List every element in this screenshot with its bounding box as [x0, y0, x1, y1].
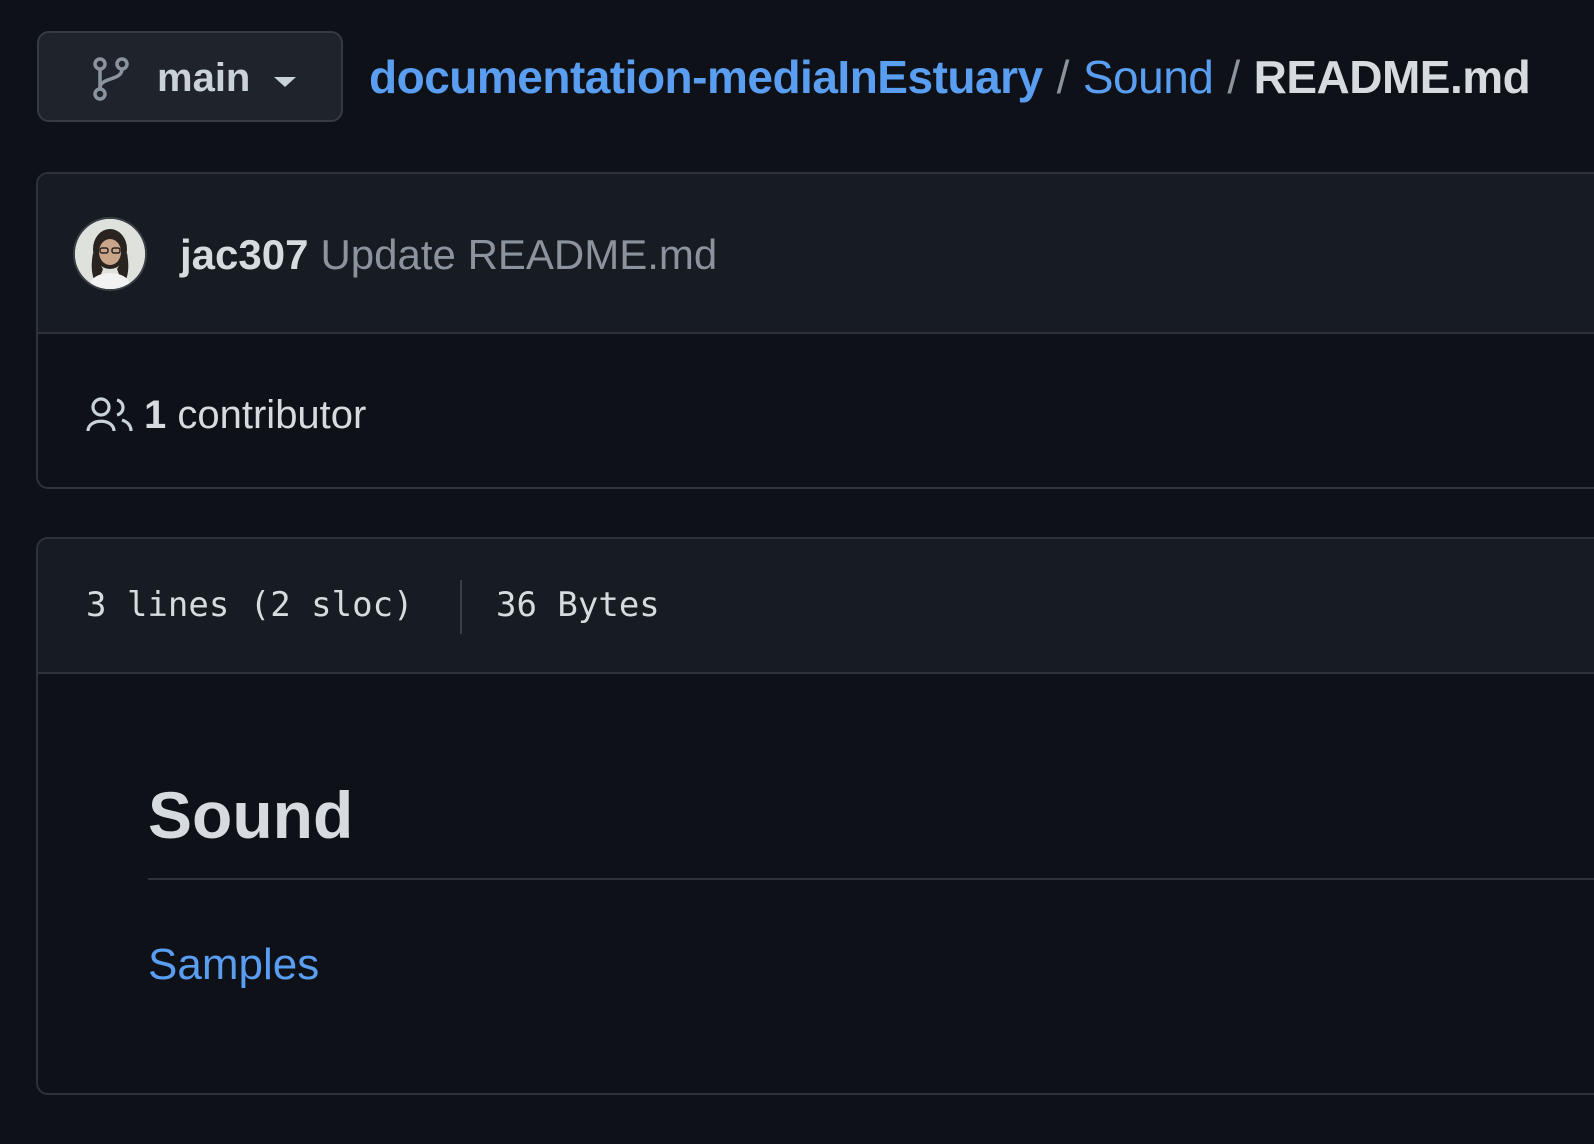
file-content-box: 3 lines (2 sloc) 36 Bytes Sound Samples — [36, 537, 1594, 1095]
heading-divider — [148, 878, 1594, 880]
breadcrumb: documentation-mediaInEstuary / Sound / READM… — [369, 47, 1531, 107]
file-view-page: main documentation-mediaInEstuary / Sound /… — [0, 0, 1594, 1144]
commit-header: jac307 Update README.md — [38, 174, 1594, 334]
user-avatar[interactable] — [73, 217, 147, 291]
readme-heading: Sound — [148, 778, 354, 852]
file-line-count: 3 lines (2 sloc) — [86, 585, 414, 625]
branch-selector-button[interactable]: main — [37, 31, 343, 122]
avatar-image — [75, 219, 145, 289]
people-icon — [86, 397, 133, 432]
breadcrumb-separator: / — [1227, 51, 1240, 103]
breadcrumb-folder-link[interactable]: Sound — [1083, 51, 1214, 103]
contributors-text: contributor — [177, 393, 367, 437]
commit-message-link[interactable]: Update README.md — [320, 231, 717, 278]
latest-commit-box: jac307 Update README.md 1 contributor — [36, 172, 1594, 489]
breadcrumb-separator: / — [1056, 51, 1070, 103]
commit-summary: jac307 Update README.md — [180, 229, 717, 281]
contributors-row[interactable]: 1 contributor — [38, 334, 1594, 487]
file-info-header: 3 lines (2 sloc) 36 Bytes — [38, 539, 1594, 674]
breadcrumb-current-file: README.md — [1253, 51, 1531, 103]
git-branch-icon — [93, 57, 129, 101]
branch-name: main — [157, 56, 251, 100]
caret-down-icon — [274, 77, 296, 87]
breadcrumb-repo-link[interactable]: documentation-mediaInEstuary — [369, 51, 1043, 103]
commit-author-link[interactable]: jac307 — [180, 231, 308, 278]
contributors-label: 1 contributor — [144, 389, 366, 441]
file-info-divider — [460, 580, 462, 634]
samples-link[interactable]: Samples — [148, 937, 319, 993]
file-size: 36 Bytes — [496, 585, 660, 625]
contributors-count: 1 — [144, 393, 167, 437]
